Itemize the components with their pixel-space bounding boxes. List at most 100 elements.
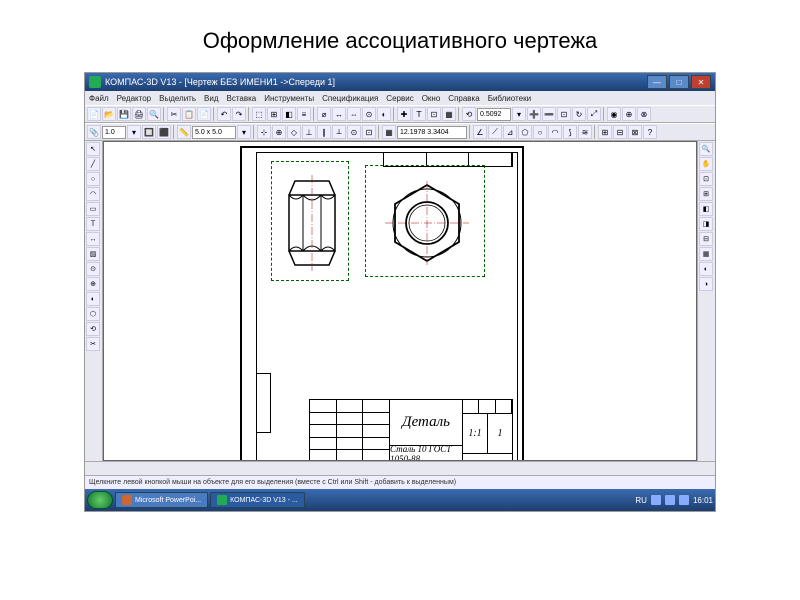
tool-icon[interactable]: ⊡: [427, 107, 441, 121]
select-icon[interactable]: ↖: [86, 142, 100, 156]
tool-icon[interactable]: ⟲: [86, 322, 100, 336]
tool-icon[interactable]: ⊡: [699, 172, 713, 186]
tool-icon[interactable]: ◐: [377, 107, 391, 121]
menu-window[interactable]: Окно: [422, 94, 441, 103]
tool-icon[interactable]: ⌀: [317, 107, 331, 121]
close-button[interactable]: ✕: [691, 75, 711, 89]
tool-icon[interactable]: Ｔ: [412, 107, 426, 121]
paste-icon[interactable]: 📄: [197, 107, 211, 121]
dropdown-icon[interactable]: ▾: [237, 125, 251, 139]
tool-icon[interactable]: ⊞: [699, 187, 713, 201]
tool-icon[interactable]: 📏: [177, 125, 191, 139]
print-icon[interactable]: 🖨: [132, 107, 146, 121]
taskbar-item[interactable]: КОМПАС-3D V13 - ...: [210, 492, 305, 508]
snap-icon[interactable]: ⊕: [272, 125, 286, 139]
menu-select[interactable]: Выделить: [159, 94, 196, 103]
menu-insert[interactable]: Вставка: [227, 94, 257, 103]
dim-icon[interactable]: ↔: [86, 232, 100, 246]
menu-help[interactable]: Справка: [448, 94, 479, 103]
minimize-button[interactable]: —: [647, 75, 667, 89]
tool-icon[interactable]: ⊕: [622, 107, 636, 121]
tray-icon[interactable]: [665, 495, 675, 505]
tool-icon[interactable]: 📎: [87, 125, 101, 139]
menu-service[interactable]: Сервис: [386, 94, 413, 103]
tool-icon[interactable]: ⬛: [157, 125, 171, 139]
tool-icon[interactable]: ◧: [699, 202, 713, 216]
dropdown-icon[interactable]: ▾: [127, 125, 141, 139]
snap-icon[interactable]: ⊹: [257, 125, 271, 139]
snap-icon[interactable]: ◇: [287, 125, 301, 139]
tool-icon[interactable]: ⟋: [488, 125, 502, 139]
snap-icon[interactable]: ⊥: [302, 125, 316, 139]
snap-icon[interactable]: ⟂: [332, 125, 346, 139]
clock[interactable]: 16:01: [693, 496, 713, 505]
open-icon[interactable]: 📂: [102, 107, 116, 121]
tool-icon[interactable]: ≡: [297, 107, 311, 121]
hatch-icon[interactable]: ▨: [86, 247, 100, 261]
copy-icon[interactable]: 📋: [182, 107, 196, 121]
undo-icon[interactable]: ↶: [217, 107, 231, 121]
start-button[interactable]: [87, 491, 113, 509]
taskbar-item[interactable]: Microsoft PowerPoi...: [115, 492, 208, 508]
tool-icon[interactable]: ◐: [699, 262, 713, 276]
help-icon[interactable]: ?: [643, 125, 657, 139]
zoom-field[interactable]: 1.0: [102, 126, 126, 139]
menu-file[interactable]: Файл: [89, 94, 109, 103]
tool-icon[interactable]: ⤢: [587, 107, 601, 121]
tool-icon[interactable]: ▾: [512, 107, 526, 121]
rect-icon[interactable]: ▭: [86, 202, 100, 216]
tool-icon[interactable]: ⊟: [613, 125, 627, 139]
snap-icon[interactable]: ∥: [317, 125, 331, 139]
tool-icon[interactable]: ✂: [86, 337, 100, 351]
cut-icon[interactable]: ✂: [167, 107, 181, 121]
coords-field[interactable]: 5.0 x 5.0: [192, 126, 236, 139]
tool-icon[interactable]: ⊠: [628, 125, 642, 139]
tool-icon[interactable]: ⇔: [347, 107, 361, 121]
preview-icon[interactable]: 🔍: [147, 107, 161, 121]
menu-edit[interactable]: Редактор: [117, 94, 151, 103]
tool-icon[interactable]: ↔: [332, 107, 346, 121]
tool-icon[interactable]: ⊞: [267, 107, 281, 121]
tool-icon[interactable]: ⊙: [362, 107, 376, 121]
tool-icon[interactable]: 🔲: [142, 125, 156, 139]
zoom-out-icon[interactable]: ➖: [542, 107, 556, 121]
title-block[interactable]: Деталь Сталь 10 ГОСТ 1050-88 1:1 1: [309, 399, 513, 461]
scrollbar-h[interactable]: [85, 461, 715, 475]
tool-icon[interactable]: ◐: [86, 292, 100, 306]
tool-icon[interactable]: ⟆: [563, 125, 577, 139]
menu-libs[interactable]: Библиотеки: [488, 94, 531, 103]
tool-icon[interactable]: ○: [533, 125, 547, 139]
tool-icon[interactable]: ▦: [699, 247, 713, 261]
circle-icon[interactable]: ○: [86, 172, 100, 186]
tool-icon[interactable]: ◠: [548, 125, 562, 139]
snap-icon[interactable]: ⊡: [362, 125, 376, 139]
tool-icon[interactable]: ⊙: [86, 262, 100, 276]
save-icon[interactable]: 💾: [117, 107, 131, 121]
lang-indicator[interactable]: RU: [635, 496, 647, 505]
tool-icon[interactable]: ⊕: [86, 277, 100, 291]
tool-icon[interactable]: ◑: [699, 277, 713, 291]
tool-icon[interactable]: ▦: [442, 107, 456, 121]
tool-icon[interactable]: ⬠: [518, 125, 532, 139]
tool-icon[interactable]: ⊿: [503, 125, 517, 139]
text-icon[interactable]: Ｔ: [86, 217, 100, 231]
tool-icon[interactable]: ▦: [382, 125, 396, 139]
menu-view[interactable]: Вид: [204, 94, 218, 103]
pan-icon[interactable]: ✋: [699, 157, 713, 171]
tool-icon[interactable]: ∠: [473, 125, 487, 139]
tool-icon[interactable]: ◨: [699, 217, 713, 231]
maximize-button[interactable]: □: [669, 75, 689, 89]
tool-icon[interactable]: ⊞: [598, 125, 612, 139]
volume-icon[interactable]: [679, 495, 689, 505]
redo-icon[interactable]: ↷: [232, 107, 246, 121]
zoom-in-icon[interactable]: ➕: [527, 107, 541, 121]
tool-icon[interactable]: ⊗: [637, 107, 651, 121]
zoom-icon[interactable]: 🔍: [699, 142, 713, 156]
tool-icon[interactable]: ≋: [578, 125, 592, 139]
tool-icon[interactable]: ↻: [572, 107, 586, 121]
tool-icon[interactable]: ◉: [607, 107, 621, 121]
new-icon[interactable]: 📄: [87, 107, 101, 121]
menu-tools[interactable]: Инструменты: [264, 94, 314, 103]
tool-icon[interactable]: ⊟: [699, 232, 713, 246]
tool-icon[interactable]: ⟲: [462, 107, 476, 121]
